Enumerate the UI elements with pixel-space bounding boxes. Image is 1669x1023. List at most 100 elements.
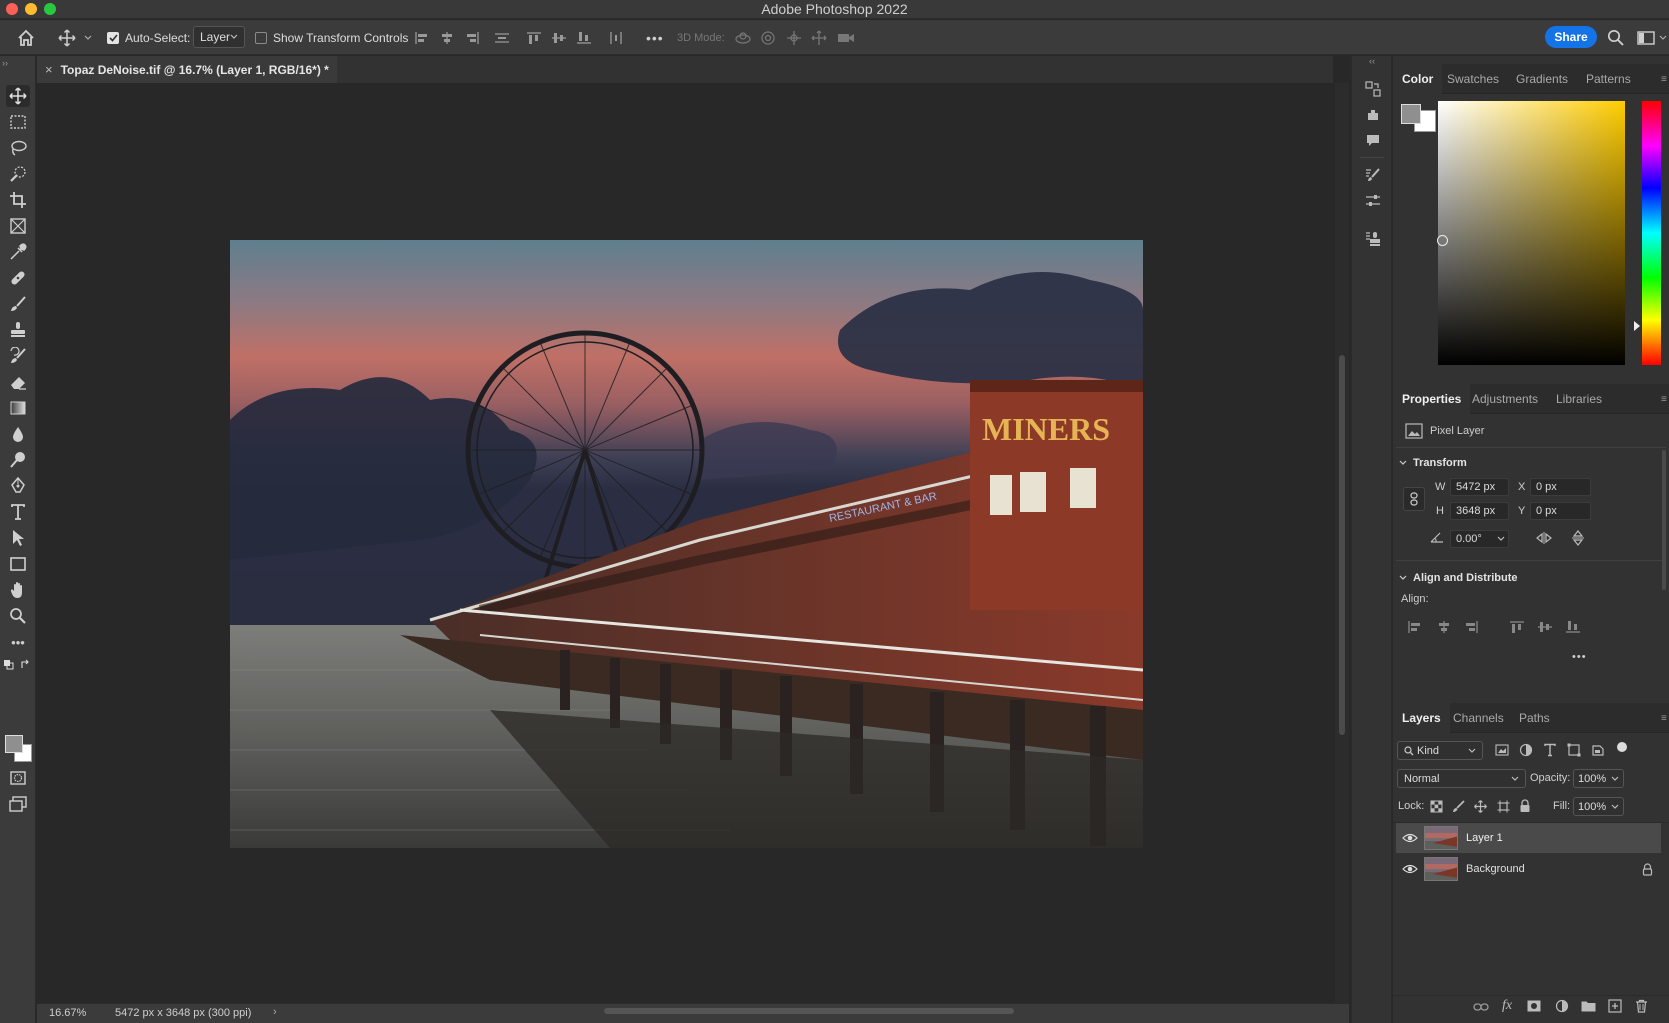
new-group-icon[interactable] <box>1581 1000 1596 1012</box>
tab-properties[interactable]: Properties <box>1393 384 1471 414</box>
zoom-level[interactable]: 16.67% <box>49 1007 86 1019</box>
history-panel-icon[interactable] <box>1361 78 1385 100</box>
workspace-switcher-icon[interactable] <box>1637 20 1655 55</box>
tab-swatches[interactable]: Swatches <box>1447 64 1499 94</box>
color-picker-handle[interactable] <box>1437 235 1448 246</box>
link-dimensions-button[interactable] <box>1403 487 1425 511</box>
height-field[interactable]: 3648 px <box>1450 502 1509 520</box>
plugins-panel-icon[interactable] <box>1361 104 1385 126</box>
align-bottom-icon[interactable] <box>1565 620 1581 634</box>
layer-lock-icon[interactable] <box>1642 862 1653 876</box>
opacity-field[interactable]: 100% <box>1573 769 1624 788</box>
collapse-toolbar-icon[interactable]: ›› <box>2 58 8 68</box>
visibility-eye-icon[interactable] <box>1396 833 1424 843</box>
flip-vertical-icon[interactable] <box>1571 530 1585 546</box>
new-adjustment-layer-icon[interactable] <box>1555 999 1569 1013</box>
x-field[interactable]: 0 px <box>1530 478 1591 496</box>
swap-colors-icon[interactable] <box>20 659 31 670</box>
transform-section-header[interactable]: Transform <box>1399 457 1467 469</box>
tab-patterns[interactable]: Patterns <box>1586 64 1631 94</box>
lock-position-icon[interactable] <box>1474 800 1487 813</box>
hue-slider-handle[interactable] <box>1634 321 1640 331</box>
delete-layer-icon[interactable] <box>1635 999 1648 1013</box>
comments-panel-icon[interactable] <box>1361 130 1385 152</box>
fill-field[interactable]: 100% <box>1573 797 1624 816</box>
more-align-options-icon[interactable]: ••• <box>1572 651 1587 663</box>
lock-image-pixels-icon[interactable] <box>1452 800 1465 813</box>
hue-slider[interactable] <box>1642 101 1661 365</box>
flip-horizontal-icon[interactable] <box>1536 531 1552 545</box>
align-bottom-edges-icon[interactable] <box>576 20 592 55</box>
link-layers-icon[interactable] <box>1473 1001 1489 1013</box>
new-layer-icon[interactable] <box>1608 999 1622 1013</box>
align-center-horizontal-icon[interactable] <box>1436 620 1452 634</box>
tab-libraries[interactable]: Libraries <box>1556 384 1602 414</box>
y-field[interactable]: 0 px <box>1530 502 1591 520</box>
width-field[interactable]: 5472 px <box>1450 478 1509 496</box>
filter-pixel-icon[interactable] <box>1495 743 1509 757</box>
distribute-horizontal-icon[interactable] <box>608 20 624 55</box>
share-button[interactable]: Share <box>1545 26 1597 48</box>
tab-paths[interactable]: Paths <box>1519 703 1550 733</box>
3d-camera-icon[interactable] <box>837 20 855 55</box>
tab-layers[interactable]: Layers <box>1393 703 1450 733</box>
filter-smart-object-icon[interactable] <box>1591 743 1605 757</box>
pen-tool-icon[interactable] <box>6 475 30 497</box>
3d-pan-icon[interactable] <box>786 20 802 55</box>
layers-panel-menu-icon[interactable]: ≡ <box>1661 703 1667 733</box>
foreground-color-swatch[interactable] <box>5 735 23 753</box>
align-left-edges-icon[interactable] <box>414 20 430 55</box>
properties-scrollbar[interactable] <box>1662 450 1666 590</box>
color-panel-foreground-swatch[interactable] <box>1401 104 1421 124</box>
lasso-tool-icon[interactable] <box>6 137 30 159</box>
tab-adjustments[interactable]: Adjustments <box>1472 384 1538 414</box>
eyedropper-tool-icon[interactable] <box>6 241 30 263</box>
document-tab[interactable]: × Topaz DeNoise.tif @ 16.7% (Layer 1, RG… <box>37 56 337 83</box>
move-tool-icon[interactable] <box>6 85 30 107</box>
quick-mask-icon[interactable] <box>6 767 30 789</box>
brush-settings-panel-icon[interactable] <box>1361 164 1385 186</box>
filter-toggle-icon[interactable] <box>1617 742 1627 752</box>
align-right-edges-icon[interactable] <box>464 20 480 55</box>
color-field[interactable] <box>1438 101 1625 365</box>
default-colors-icon[interactable] <box>4 660 14 670</box>
color-panel-menu-icon[interactable]: ≡ <box>1661 64 1667 94</box>
align-left-icon[interactable] <box>1407 620 1423 634</box>
path-selection-tool-icon[interactable] <box>6 527 30 549</box>
horizontal-scroll-thumb[interactable] <box>604 1008 1014 1014</box>
align-right-icon[interactable] <box>1463 620 1479 634</box>
rectangle-tool-icon[interactable] <box>6 553 30 575</box>
edit-toolbar-icon[interactable]: ••• <box>6 631 30 653</box>
frame-tool-icon[interactable] <box>6 215 30 237</box>
healing-brush-tool-icon[interactable] <box>6 267 30 289</box>
dodge-tool-icon[interactable] <box>6 449 30 471</box>
align-top-edges-icon[interactable] <box>526 20 542 55</box>
quick-selection-tool-icon[interactable] <box>6 163 30 185</box>
history-brush-tool-icon[interactable] <box>6 345 30 367</box>
tool-preset-chevron-icon[interactable] <box>84 20 92 55</box>
3d-slide-icon[interactable] <box>811 20 827 55</box>
eraser-tool-icon[interactable] <box>6 371 30 393</box>
hand-tool-icon[interactable] <box>6 579 30 601</box>
status-menu-arrow-icon[interactable]: › <box>273 1006 277 1018</box>
auto-select-dropdown[interactable]: Layer <box>193 26 245 48</box>
layer-row-layer-1[interactable]: Layer 1 <box>1396 823 1661 853</box>
layer-row-background[interactable]: Background <box>1396 854 1661 884</box>
layer-effects-icon[interactable]: fx <box>1502 998 1512 1014</box>
auto-select-checkbox[interactable] <box>107 20 119 55</box>
gradient-tool-icon[interactable] <box>6 397 30 419</box>
close-document-icon[interactable]: × <box>45 62 53 77</box>
add-mask-icon[interactable] <box>1527 1000 1541 1012</box>
properties-panel-menu-icon[interactable]: ≡ <box>1661 384 1667 414</box>
search-icon[interactable] <box>1607 20 1624 55</box>
type-tool-icon[interactable] <box>6 501 30 523</box>
3d-orbit-icon[interactable] <box>734 20 752 55</box>
clone-source-panel-icon[interactable] <box>1361 228 1385 250</box>
align-vertical-centers-icon[interactable] <box>551 20 567 55</box>
3d-roll-icon[interactable] <box>760 20 776 55</box>
align-horizontal-centers-icon[interactable] <box>439 20 455 55</box>
filter-shape-icon[interactable] <box>1567 743 1581 757</box>
vertical-scroll-thumb[interactable] <box>1339 355 1345 735</box>
home-icon[interactable] <box>16 20 36 55</box>
angle-field[interactable]: 0.00° <box>1450 530 1509 548</box>
